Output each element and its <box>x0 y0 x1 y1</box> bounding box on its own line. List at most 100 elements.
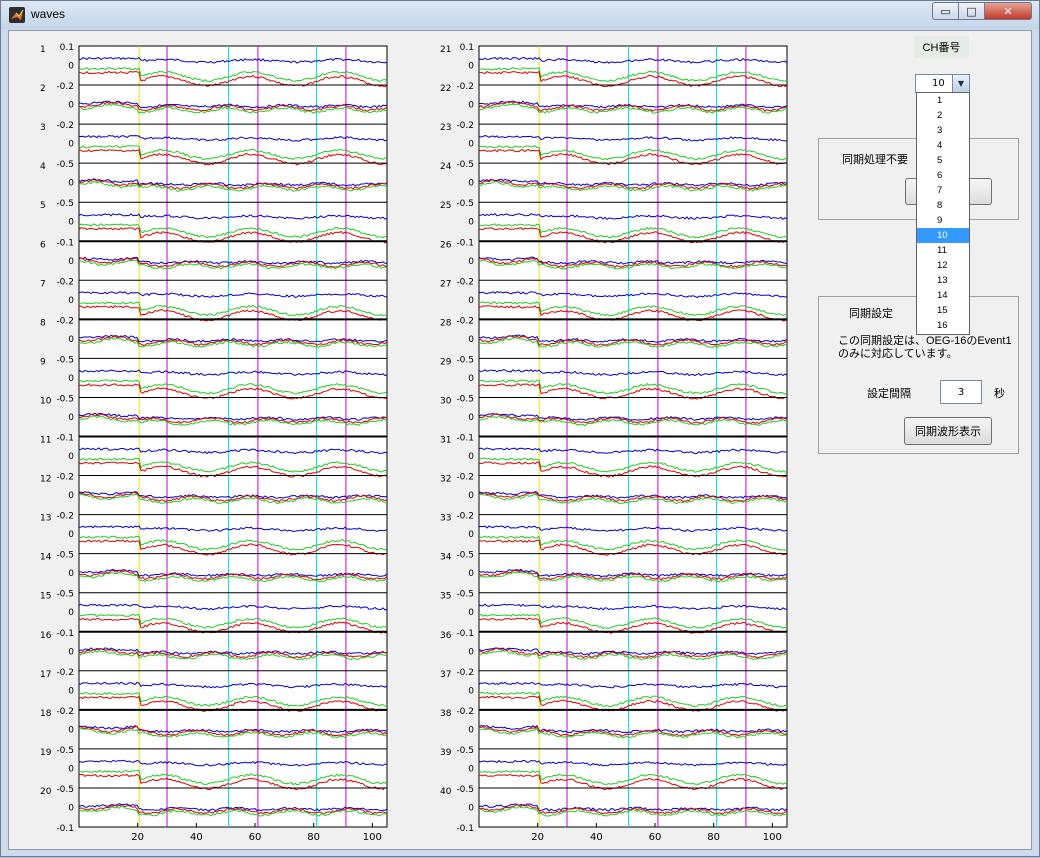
channel-number: 26 <box>440 240 452 250</box>
channel-number: 17 <box>40 670 51 680</box>
x-tick-label: 80 <box>707 832 720 843</box>
y-tick-top: -0.1 <box>456 629 474 639</box>
channel-number: 3 <box>40 123 46 133</box>
y-tick-zero: 0 <box>468 803 474 813</box>
ch-option[interactable]: 3 <box>917 123 969 138</box>
y-tick-zero: 0 <box>468 179 474 189</box>
ch-option[interactable]: 8 <box>917 198 969 213</box>
y-tick-top: -0.2 <box>456 316 474 326</box>
sync-unneeded-label: 同期処理不要 <box>838 151 912 167</box>
y-tick-zero: 0 <box>468 725 474 735</box>
y-tick-zero: 0 <box>68 608 74 618</box>
y-tick-zero: 0 <box>68 569 74 579</box>
y-tick-top: -0.1 <box>56 629 74 639</box>
ch-option[interactable]: 9 <box>917 213 969 228</box>
y-tick-zero: 0 <box>468 764 474 774</box>
y-tick-top: -0.2 <box>56 277 74 287</box>
y-tick-zero: 0 <box>468 218 474 228</box>
x-tick-label: 100 <box>763 832 782 843</box>
ch-option[interactable]: 4 <box>917 138 969 153</box>
ch-option[interactable]: 1 <box>917 93 969 108</box>
y-tick-top: -0.1 <box>456 434 474 444</box>
ch-dropdown-list[interactable]: 1 2 3 4 5 6 7 8 9 10 11 12 13 14 15 16 <box>916 92 970 335</box>
y-tick-zero: 0 <box>468 686 474 696</box>
y-tick-top: -0.2 <box>456 512 474 522</box>
y-tick-bottom: -0.1 <box>456 824 474 834</box>
y-tick-zero: 0 <box>468 296 474 306</box>
channel-number: 35 <box>440 592 451 602</box>
interval-label: 設定間隔 <box>867 388 911 400</box>
y-tick-top: -0.2 <box>56 473 74 483</box>
x-tick-label: 80 <box>307 832 320 843</box>
ch-option[interactable]: 13 <box>917 273 969 288</box>
ch-option[interactable]: 6 <box>917 168 969 183</box>
y-tick-zero: 0 <box>68 764 74 774</box>
channel-number: 2 <box>40 84 46 94</box>
y-tick-top: -0.5 <box>56 355 74 365</box>
maximize-button[interactable]: □ <box>958 2 985 20</box>
ch-option[interactable]: 2 <box>917 108 969 123</box>
channel-number: 39 <box>440 748 452 758</box>
y-tick-zero: 0 <box>68 803 74 813</box>
y-tick-zero: 0 <box>468 608 474 618</box>
y-tick-top: 0.1 <box>460 43 474 53</box>
channel-number: 36 <box>440 631 452 641</box>
ch-option[interactable]: 11 <box>917 243 969 258</box>
y-tick-top: -0.2 <box>456 82 474 92</box>
channel-number: 38 <box>440 709 452 719</box>
waveform-panel-left[interactable]: 1 0.1 0 2 -0.2 0 3 -0.2 0 4 -0.5 0 5 -0.5 0 6 -0.1 0 7 -0.2… <box>1 1 401 858</box>
ch-option[interactable]: 15 <box>917 303 969 318</box>
y-tick-top: -0.5 <box>56 746 74 756</box>
y-tick-zero: 0 <box>468 335 474 345</box>
sync-settings-title: 同期設定 <box>845 305 897 321</box>
channel-number: 40 <box>440 787 452 797</box>
chevron-down-icon[interactable]: ▼ <box>952 75 969 92</box>
y-tick-zero: 0 <box>68 686 74 696</box>
y-tick-top: -0.5 <box>56 551 74 561</box>
ch-option[interactable]: 12 <box>917 258 969 273</box>
x-tick-label: 60 <box>249 832 262 843</box>
y-tick-zero: 0 <box>468 413 474 423</box>
channel-number: 12 <box>40 475 51 485</box>
x-tick-label: 20 <box>531 832 544 843</box>
y-tick-zero: 0 <box>468 491 474 501</box>
y-tick-zero: 0 <box>468 140 474 150</box>
sync-note-line2: のみに対応しています。 <box>838 348 958 360</box>
y-tick-zero: 0 <box>468 101 474 111</box>
y-tick-zero: 0 <box>468 374 474 384</box>
x-tick-label: 60 <box>649 832 662 843</box>
ch-option[interactable]: 16 <box>917 318 969 333</box>
channel-number: 21 <box>440 45 451 55</box>
y-tick-zero: 0 <box>68 62 74 72</box>
show-sync-waveform-button[interactable]: 同期波形表示 <box>904 417 992 445</box>
y-tick-zero: 0 <box>68 530 74 540</box>
channel-number: 5 <box>40 201 46 211</box>
x-tick-label: 40 <box>590 832 603 843</box>
y-tick-top: -0.2 <box>56 82 74 92</box>
channel-number: 23 <box>440 123 451 133</box>
ch-option[interactable]: 7 <box>917 183 969 198</box>
channel-number: 15 <box>40 592 51 602</box>
y-tick-bottom: -0.1 <box>56 824 74 834</box>
channel-number: 18 <box>40 709 52 719</box>
waveform-panel-right[interactable]: 21 0.1 0 22 -0.2 0 23 -0.2 0 24 -0.5 0 25 -0.5 0 26 -0.1… <box>401 1 801 858</box>
y-tick-top: -0.2 <box>56 121 74 131</box>
y-tick-top: -0.5 <box>456 199 474 209</box>
y-tick-zero: 0 <box>68 452 74 462</box>
y-tick-zero: 0 <box>68 257 74 267</box>
ch-option[interactable]: 5 <box>917 153 969 168</box>
y-tick-zero: 0 <box>468 452 474 462</box>
minimize-button[interactable]: ▭ <box>932 2 959 20</box>
ch-option[interactable]: 14 <box>917 288 969 303</box>
interval-input[interactable]: 3 <box>940 380 982 404</box>
channel-number: 31 <box>440 436 451 446</box>
close-button[interactable]: ✕ <box>984 2 1032 20</box>
channel-number: 24 <box>440 162 452 172</box>
channel-number: 29 <box>440 357 452 367</box>
ch-number-select[interactable]: 10 ▼ <box>915 74 970 93</box>
y-tick-top: -0.1 <box>456 238 474 248</box>
ch-option[interactable]: 10 <box>917 228 969 243</box>
channel-number: 14 <box>40 553 52 563</box>
channel-number: 16 <box>40 631 52 641</box>
y-tick-top: 0.1 <box>60 43 74 53</box>
